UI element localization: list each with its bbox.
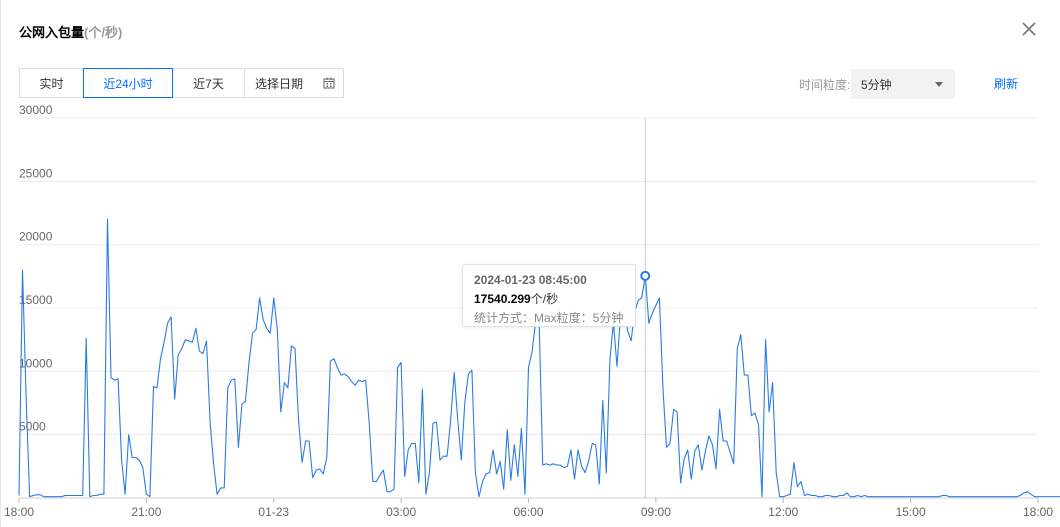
x-tick-label: 06:00 [513,505,543,519]
y-tick-label: 20000 [19,230,53,244]
y-tick-label: 15000 [19,293,53,307]
x-tick-label: 01-23 [258,505,289,519]
chart-dialog: 公网入包量(个/秒) 实时 近24小时 近7天 选择日期 时间粒度: 5分钟 刷… [0,0,1060,527]
x-tick-label: 09:00 [641,505,671,519]
y-tick-label: 30000 [19,103,53,117]
tab-last-24h[interactable]: 近24小时 [83,68,173,98]
y-tick-label: 10000 [19,356,53,370]
x-tick-label: 15:00 [896,505,926,519]
y-tick-label: 5000 [19,420,46,434]
x-tick-label: 12:00 [768,505,798,519]
tooltip-value-line: 17540.299个/秒 [474,290,624,309]
chart-tooltip: 2024-01-23 08:45:00 17540.299个/秒 统计方式：Ma… [462,264,636,327]
x-tick-label: 21:00 [131,505,161,519]
tooltip-unit: 个/秒 [530,292,559,306]
x-tick-label: 03:00 [386,505,416,519]
x-tick-label: 18:00 [4,505,34,519]
tab-label: 近24小时 [103,76,153,91]
tooltip-time: 2024-01-23 08:45:00 [474,273,587,287]
tooltip-value: 17540.299 [474,292,531,306]
x-tick-label: 18:00 [1023,505,1053,519]
series-line [18,218,1060,498]
highlight-point [640,270,651,281]
y-tick-label: 25000 [19,166,53,180]
tooltip-meta: 统计方式：Max粒度：5分钟 [474,311,624,325]
